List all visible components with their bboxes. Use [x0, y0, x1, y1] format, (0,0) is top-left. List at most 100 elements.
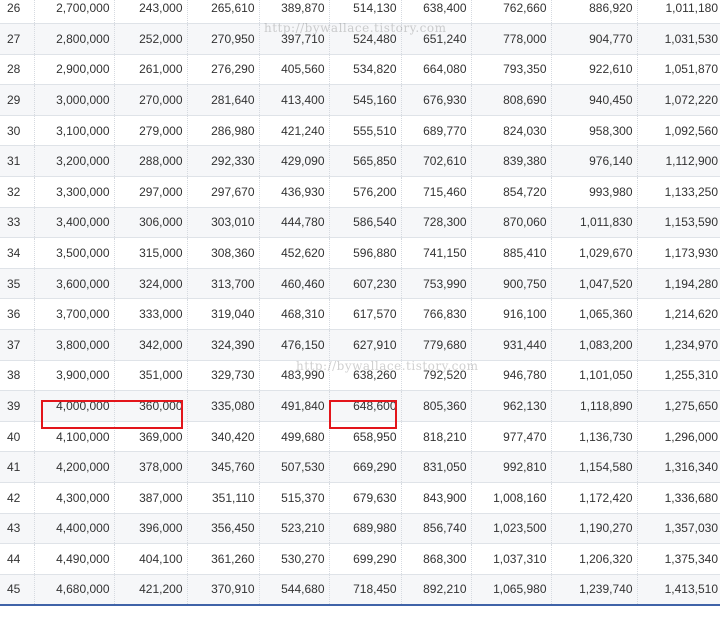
value-cell: 2,800,000 [34, 23, 115, 55]
value-cell: 596,880 [329, 237, 402, 269]
value-cell: 658,950 [329, 421, 402, 453]
value-cell: 1,133,250 [637, 176, 720, 208]
value-cell: 958,300 [551, 115, 638, 147]
value-cell: 3,700,000 [34, 298, 115, 331]
row-number-cell: 43 [0, 513, 35, 545]
value-cell: 1,316,340 [637, 451, 720, 483]
row-number-cell: 45 [0, 574, 35, 606]
row-number-cell: 33 [0, 207, 35, 239]
table-row: 35 3,600,000 324,000 313,700 460,460 607,230 7… [0, 268, 720, 300]
value-cell: 4,200,000 [34, 451, 115, 483]
value-cell: 839,380 [471, 145, 552, 178]
value-cell: 452,620 [259, 237, 330, 269]
table-row: 43 4,400,000 396,000 356,450 523,210 689,980 8… [0, 513, 720, 545]
value-cell: 370,910 [187, 574, 260, 606]
value-cell: 351,000 [114, 360, 188, 392]
value-cell: 940,450 [551, 84, 638, 116]
table-body: 26 2,700,000 243,000 265,610 389,870 514,130 6… [0, 0, 720, 606]
table-row: 36 3,700,000 333,000 319,040 468,310 617,570 7… [0, 298, 720, 331]
value-cell: 340,420 [187, 421, 260, 453]
value-cell: 345,760 [187, 451, 260, 483]
value-cell: 324,000 [114, 268, 188, 300]
value-cell: 870,060 [471, 207, 552, 239]
value-cell: 1,011,180 [637, 0, 720, 25]
value-cell: 491,840 [259, 390, 330, 422]
value-cell: 1,214,620 [637, 298, 720, 331]
value-cell: 319,040 [187, 298, 260, 331]
value-cell: 252,000 [114, 23, 188, 55]
value-cell: 324,390 [187, 329, 260, 361]
value-cell: 356,450 [187, 513, 260, 545]
value-cell: 3,800,000 [34, 329, 115, 361]
value-cell: 1,336,680 [637, 482, 720, 514]
row-number-cell: 35 [0, 268, 35, 300]
value-cell: 1,255,310 [637, 360, 720, 392]
value-cell: 805,360 [401, 390, 472, 422]
value-cell: 1,275,650 [637, 390, 720, 422]
value-cell: 297,000 [114, 176, 188, 208]
value-cell: 854,720 [471, 176, 552, 208]
table-row: 42 4,300,000 387,000 351,110 515,370 679,630 8… [0, 482, 720, 514]
value-cell: 1,023,500 [471, 513, 552, 545]
value-cell: 1,136,730 [551, 421, 638, 453]
table-row: 34 3,500,000 315,000 308,360 452,620 596,880 7… [0, 237, 720, 269]
value-cell: 702,610 [401, 145, 472, 178]
row-number-cell: 37 [0, 329, 35, 361]
value-cell: 3,500,000 [34, 237, 115, 269]
value-cell: 1,154,580 [551, 451, 638, 483]
value-cell: 689,770 [401, 115, 472, 147]
value-cell: 404,100 [114, 543, 188, 575]
value-cell: 916,100 [471, 298, 552, 331]
table-row: 44 4,490,000 404,100 361,260 530,270 699,290 8… [0, 543, 720, 575]
value-cell: 3,400,000 [34, 207, 115, 239]
table-row: 37 3,800,000 342,000 324,390 476,150 627,910 7… [0, 329, 720, 361]
value-cell: 534,820 [329, 54, 402, 86]
value-cell: 4,400,000 [34, 513, 115, 545]
value-cell: 808,690 [471, 84, 552, 116]
table-row: 38 3,900,000 351,000 329,730 483,990 638,260 7… [0, 360, 720, 392]
value-cell: 779,680 [401, 329, 472, 361]
value-cell: 1,011,830 [551, 207, 638, 239]
value-cell: 499,680 [259, 421, 330, 453]
value-cell: 369,000 [114, 421, 188, 453]
value-cell: 261,000 [114, 54, 188, 86]
value-cell: 627,910 [329, 329, 402, 361]
value-cell: 977,470 [471, 421, 552, 453]
value-cell: 885,410 [471, 237, 552, 269]
value-cell: 3,300,000 [34, 176, 115, 208]
row-number-cell: 39 [0, 390, 35, 422]
row-number-cell: 31 [0, 145, 35, 178]
value-cell: 313,700 [187, 268, 260, 300]
value-cell: 507,530 [259, 451, 330, 483]
value-cell: 523,210 [259, 513, 330, 545]
value-cell: 308,360 [187, 237, 260, 269]
value-cell: 288,000 [114, 145, 188, 178]
value-cell: 436,930 [259, 176, 330, 208]
value-cell: 824,030 [471, 115, 552, 147]
value-cell: 1,065,980 [471, 574, 552, 606]
value-cell: 699,290 [329, 543, 402, 575]
value-cell: 270,950 [187, 23, 260, 55]
value-cell: 946,780 [471, 360, 552, 392]
value-cell: 1,092,560 [637, 115, 720, 147]
value-cell: 793,350 [471, 54, 552, 86]
table-row: 33 3,400,000 306,000 303,010 444,780 586,540 7… [0, 207, 720, 239]
value-cell: 689,980 [329, 513, 402, 545]
value-cell: 1,101,050 [551, 360, 638, 392]
value-cell: 1,037,310 [471, 543, 552, 575]
value-cell: 1,206,320 [551, 543, 638, 575]
value-cell: 1,375,340 [637, 543, 720, 575]
value-cell: 329,730 [187, 360, 260, 392]
salary-table-view: 26 2,700,000 243,000 265,610 389,870 514,130 6… [0, 0, 720, 619]
value-cell: 444,780 [259, 207, 330, 239]
value-cell: 617,570 [329, 298, 402, 331]
value-cell: 3,000,000 [34, 84, 115, 116]
value-cell: 297,670 [187, 176, 260, 208]
table-row: 45 4,680,000 421,200 370,910 544,680 718,450 8… [0, 574, 720, 606]
value-cell: 1,072,220 [637, 84, 720, 116]
value-cell: 530,270 [259, 543, 330, 575]
row-number-cell: 36 [0, 298, 35, 331]
value-cell: 265,610 [187, 0, 260, 25]
value-cell: 1,190,270 [551, 513, 638, 545]
value-cell: 586,540 [329, 207, 402, 239]
